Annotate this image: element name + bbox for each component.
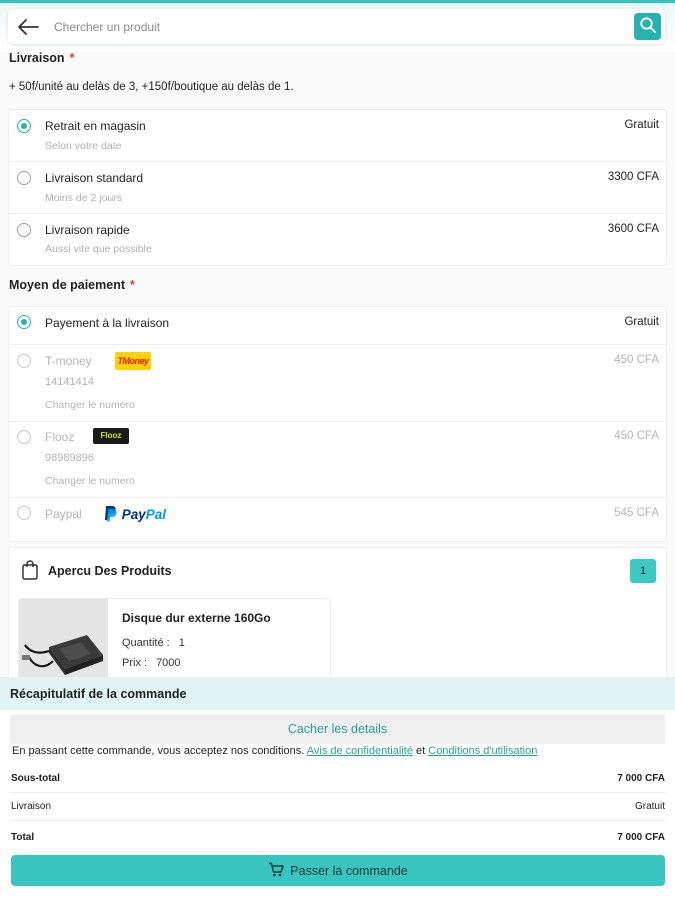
search-input[interactable] xyxy=(54,15,614,39)
paypal-logo: PayPal xyxy=(103,505,166,525)
summary-title: Récapitulatif de la commande xyxy=(10,687,187,701)
livraison-note: + 50f/unité au delàs de 3, +150f/boutiqu… xyxy=(9,81,294,93)
hide-details-button[interactable]: Cacher les details xyxy=(10,715,665,744)
top-bar xyxy=(0,0,675,52)
radio-unselected[interactable] xyxy=(17,171,31,185)
livraison-option-rapide[interactable]: Livraison rapide Aussi vite que possible… xyxy=(9,214,666,265)
product-price: Prix :7000 xyxy=(122,657,181,669)
place-order-button[interactable]: Passer la commande xyxy=(11,855,665,886)
livraison-option-standard[interactable]: Livraison standard Moins de 2 jours 3300… xyxy=(9,162,666,214)
paiement-option-flooz[interactable]: Flooz Flooz 98989896 Changer le numero 4… xyxy=(9,422,666,498)
search-bar xyxy=(8,9,665,44)
row-label: Total xyxy=(11,832,35,843)
option-price: 3300 CFA xyxy=(607,171,659,183)
radio-selected[interactable] xyxy=(17,315,31,329)
option-subtitle: Moins de 2 jours xyxy=(45,192,123,204)
paiement-option-paypal[interactable]: Paypal PayPal 545 CFA xyxy=(9,498,666,541)
option-price: 545 CFA xyxy=(614,507,659,519)
option-label: Livraison rapide xyxy=(45,223,130,237)
terms-link[interactable]: Conditions d'utilisation xyxy=(428,745,537,757)
paiement-option-tmoney[interactable]: T-money TMoney 14141414 Changer le numer… xyxy=(9,345,666,422)
livraison-option-retrait[interactable]: Retrait en magasin Selon votre date Grat… xyxy=(9,110,666,162)
row-value: 7 000 CFA xyxy=(617,832,665,843)
products-title: Apercu Des Produits xyxy=(48,564,172,578)
back-arrow-icon[interactable] xyxy=(16,17,40,37)
option-subtitle: Selon votre date xyxy=(45,140,122,152)
radio-unselected[interactable] xyxy=(17,430,31,444)
livraison-options: Retrait en magasin Selon votre date Grat… xyxy=(8,109,667,266)
place-order-label: Passer la commande xyxy=(290,863,408,878)
paiement-options: Payement à la livraison Gratuit T-money … xyxy=(8,306,667,542)
subtotal-row: Sous-total 7 000 CFA xyxy=(10,765,665,793)
delivery-row: Livraison Gratuit xyxy=(10,793,665,821)
option-label: Paypal xyxy=(45,507,82,521)
radio-unselected[interactable] xyxy=(17,223,31,237)
flooz-logo: Flooz xyxy=(93,428,129,444)
row-label: Livraison xyxy=(11,801,52,812)
products-preview: Apercu Des Produits 1 Disque dur externe… xyxy=(8,547,667,682)
order-summary: Récapitulatif de la commande Cacher les … xyxy=(0,677,675,900)
option-label: Flooz xyxy=(45,430,75,444)
livraison-title: Livraison * xyxy=(9,51,75,65)
row-value: Gratuit xyxy=(634,801,665,812)
total-row: Total 7 000 CFA xyxy=(10,824,665,852)
option-price: 450 CFA xyxy=(614,354,659,366)
required-mark: * xyxy=(130,278,135,292)
product-image xyxy=(19,599,108,681)
radio-selected[interactable] xyxy=(17,119,31,133)
tmoney-logo: TMoney xyxy=(115,352,151,370)
cart-icon xyxy=(268,862,285,880)
option-price: 450 CFA xyxy=(614,430,659,442)
change-number-link[interactable]: Changer le numero xyxy=(45,475,135,487)
row-label: Sous-total xyxy=(11,773,60,784)
row-value: 7 000 CFA xyxy=(617,773,665,784)
option-price: Gratuit xyxy=(624,316,659,328)
radio-unselected[interactable] xyxy=(17,506,31,520)
option-price: 3600 CFA xyxy=(607,223,659,235)
radio-unselected[interactable] xyxy=(17,354,31,368)
option-subtitle: Aussi vite que possible xyxy=(45,243,152,255)
terms-text: En passant cette commande, vous acceptez… xyxy=(12,745,538,757)
search-button[interactable] xyxy=(634,13,661,40)
option-label: Retrait en magasin xyxy=(45,119,146,133)
shopping-bag-icon xyxy=(21,560,39,580)
product-name: Disque dur externe 160Go xyxy=(122,611,271,625)
privacy-link[interactable]: Avis de confidentialité xyxy=(307,745,413,757)
option-label: Payement à la livraison xyxy=(45,316,170,330)
product-card[interactable]: Disque dur externe 160Go Quantité :1 Pri… xyxy=(18,598,331,681)
paiement-option-livraison[interactable]: Payement à la livraison Gratuit xyxy=(9,307,666,345)
summary-header: Récapitulatif de la commande xyxy=(0,677,675,710)
products-count-badge: 1 xyxy=(630,559,656,583)
phone-number: 14141414 xyxy=(45,376,94,388)
paiement-title: Moyen de paiement * xyxy=(9,278,135,292)
product-quantity: Quantité :1 xyxy=(122,637,185,649)
phone-number: 98989896 xyxy=(45,452,94,464)
option-label: Livraison standard xyxy=(45,171,144,185)
change-number-link[interactable]: Changer le numero xyxy=(45,399,135,411)
option-price: Gratuit xyxy=(624,119,659,131)
required-mark: * xyxy=(69,51,75,65)
search-icon xyxy=(639,16,657,37)
option-label: T-money xyxy=(45,354,92,368)
